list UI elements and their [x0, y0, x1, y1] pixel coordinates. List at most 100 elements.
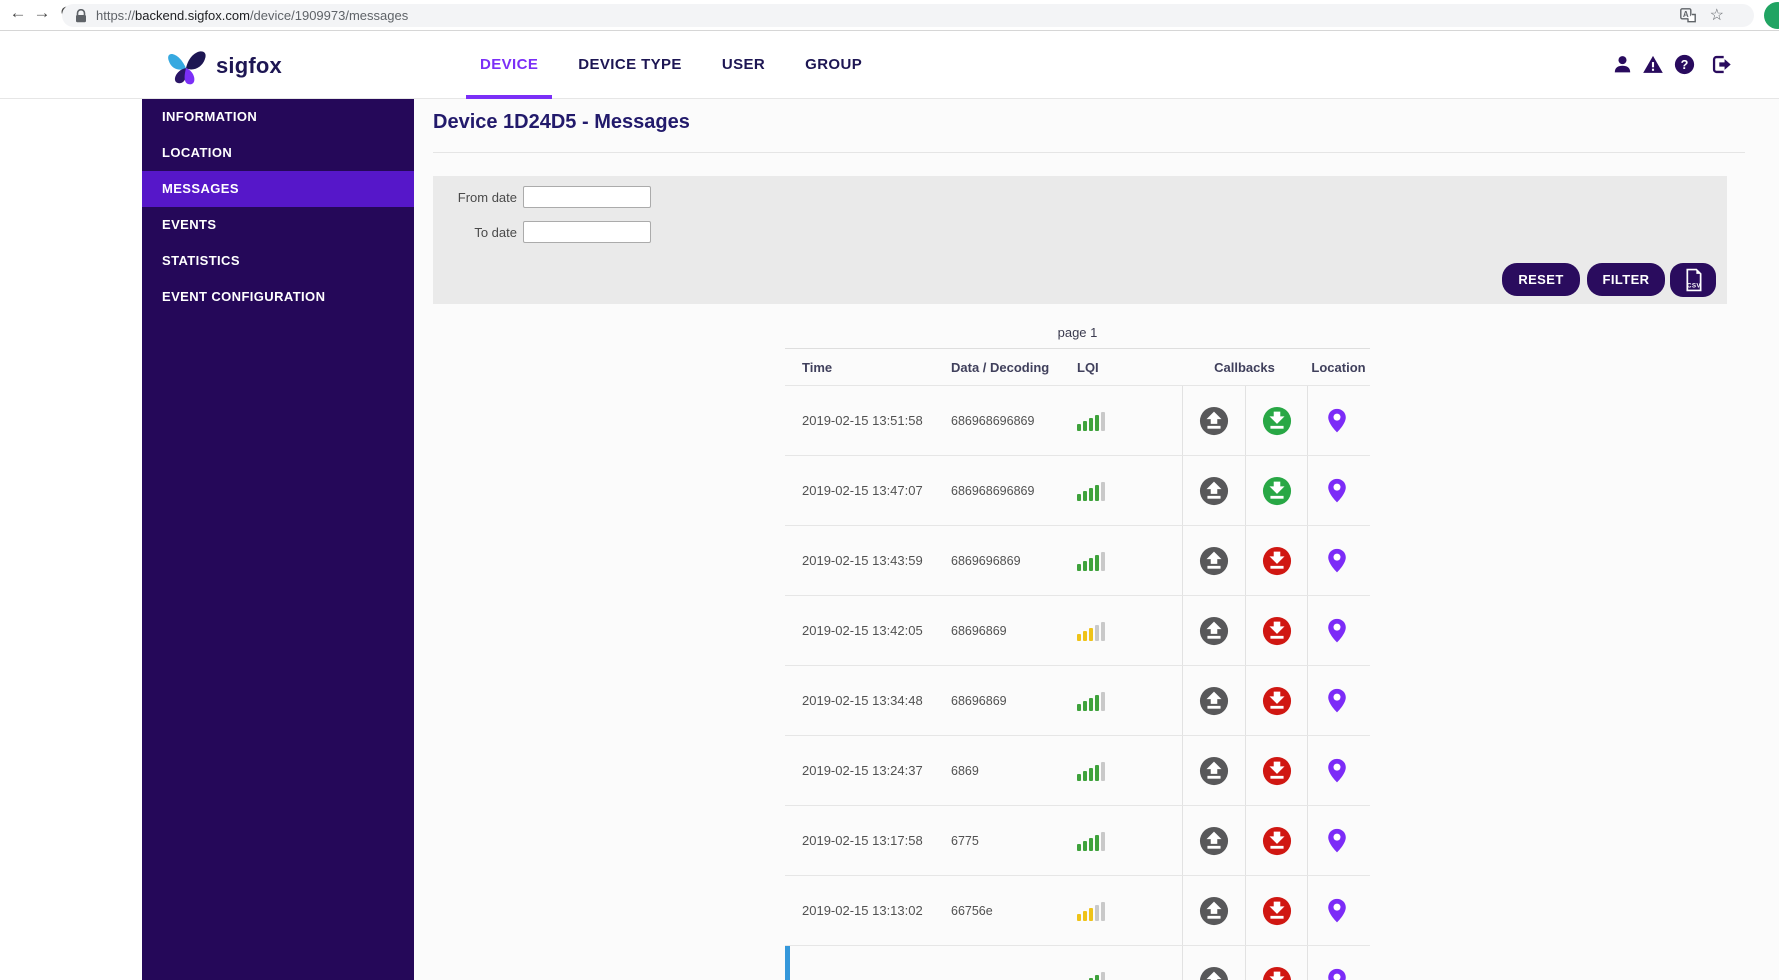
tab-group[interactable]: GROUP [791, 31, 876, 98]
downlink-cell [1245, 666, 1307, 735]
location-cell [1307, 736, 1370, 805]
screen: ← → ⟳ https://backend.sigfox.com/device/… [0, 0, 1779, 980]
downlink-callback-icon[interactable] [1262, 756, 1292, 786]
location-pin-icon[interactable] [1324, 546, 1354, 576]
uplink-callback-icon[interactable] [1199, 966, 1229, 980]
location-pin-icon[interactable] [1324, 826, 1354, 856]
downlink-cell [1245, 386, 1307, 455]
sidebar-item-location[interactable]: LOCATION [142, 135, 414, 171]
uplink-cell [1182, 526, 1245, 595]
sidebar-item-information[interactable]: INFORMATION [142, 99, 414, 135]
downlink-callback-icon[interactable] [1262, 476, 1292, 506]
message-time: 2019-02-15 13:51:58 [802, 413, 923, 428]
sigfox-logo[interactable]: sigfox [163, 42, 282, 90]
message-time [785, 946, 930, 980]
downlink-cell [1245, 876, 1307, 945]
uplink-callback-icon[interactable] [1199, 896, 1229, 926]
lqi-cell [1060, 456, 1182, 525]
lqi-indicator [1077, 481, 1105, 501]
header-icon-group: ? [1611, 31, 1732, 98]
downlink-callback-icon[interactable] [1262, 686, 1292, 716]
help-icon[interactable]: ? [1673, 54, 1695, 76]
uplink-callback-icon[interactable] [1199, 476, 1229, 506]
uplink-callback-icon[interactable] [1199, 546, 1229, 576]
table-row [785, 945, 1370, 980]
reset-button[interactable]: RESET [1502, 263, 1580, 296]
csv-file-icon: CSV [1685, 268, 1701, 292]
csv-export-button[interactable]: CSV [1670, 263, 1716, 297]
pagination-label: page 1 [1057, 325, 1098, 340]
alert-icon[interactable] [1642, 54, 1664, 76]
address-bar[interactable]: https://backend.sigfox.com/device/190997… [62, 4, 1754, 27]
filter-panel: From date To date RESET FILTER CSV [433, 176, 1727, 304]
downlink-callback-icon[interactable] [1262, 826, 1292, 856]
uplink-callback-icon[interactable] [1199, 616, 1229, 646]
lqi-indicator [1077, 621, 1105, 641]
location-pin-icon[interactable] [1324, 756, 1354, 786]
location-cell [1307, 876, 1370, 945]
table-row: 2019-02-15 13:47:07 686968696869 [785, 455, 1370, 525]
downlink-callback-icon[interactable] [1262, 406, 1292, 436]
app-header: sigfox DEVICE DEVICE TYPE USER GROUP ? [0, 31, 1779, 99]
user-icon[interactable] [1611, 54, 1633, 76]
tab-device-type[interactable]: DEVICE TYPE [564, 31, 696, 98]
uplink-callback-icon[interactable] [1199, 686, 1229, 716]
location-pin-icon[interactable] [1324, 476, 1354, 506]
filter-button[interactable]: FILTER [1587, 263, 1665, 296]
column-header-data: Data / Decoding [951, 359, 1050, 375]
message-data: 66756e [951, 903, 993, 918]
downlink-cell [1245, 526, 1307, 595]
downlink-cell [1245, 456, 1307, 525]
uplink-callback-icon[interactable] [1199, 406, 1229, 436]
table-row: 2019-02-15 13:24:37 6869 [785, 735, 1370, 805]
message-data: 6869 [951, 763, 979, 778]
sidebar-item-event-configuration[interactable]: EVENT CONFIGURATION [142, 279, 414, 315]
nav-tabs: DEVICE DEVICE TYPE USER GROUP [466, 31, 888, 99]
table-row: 2019-02-15 13:42:05 68696869 [785, 595, 1370, 665]
location-pin-icon[interactable] [1324, 896, 1354, 926]
message-time: 2019-02-15 13:13:02 [802, 903, 923, 918]
downlink-callback-icon[interactable] [1262, 546, 1292, 576]
from-date-label: From date [457, 189, 517, 205]
downlink-cell [1245, 596, 1307, 665]
downlink-callback-icon[interactable] [1262, 966, 1292, 980]
lqi-indicator [1077, 761, 1105, 781]
to-date-label: To date [474, 224, 517, 240]
location-pin-icon[interactable] [1324, 406, 1354, 436]
sidebar-item-messages[interactable]: MESSAGES [142, 171, 414, 207]
lock-icon [75, 8, 87, 23]
location-pin-icon[interactable] [1324, 686, 1354, 716]
tab-user[interactable]: USER [708, 31, 779, 98]
uplink-cell [1182, 946, 1245, 980]
logout-icon[interactable] [1710, 54, 1732, 76]
uplink-cell [1182, 666, 1245, 735]
message-data: 68696869 [951, 623, 1007, 638]
uplink-callback-icon[interactable] [1199, 826, 1229, 856]
browser-toolbar: ← → ⟳ https://backend.sigfox.com/device/… [0, 0, 1779, 31]
lqi-cell [1060, 596, 1182, 665]
sidebar-item-statistics[interactable]: STATISTICS [142, 243, 414, 279]
to-date-input[interactable] [523, 221, 651, 243]
svg-text:?: ? [1680, 58, 1688, 72]
downlink-callback-icon[interactable] [1262, 896, 1292, 926]
lqi-indicator [1077, 831, 1105, 851]
location-pin-icon[interactable] [1324, 966, 1354, 980]
column-header-time: Time [802, 359, 833, 375]
tab-device[interactable]: DEVICE [466, 31, 553, 99]
browser-profile-avatar[interactable] [1764, 2, 1779, 29]
message-data: 686968696869 [951, 483, 1035, 498]
svg-text:CSV: CSV [1686, 283, 1700, 290]
title-divider [433, 152, 1745, 153]
browser-forward-icon[interactable]: → [30, 3, 54, 23]
uplink-cell [1182, 806, 1245, 875]
message-time: 2019-02-15 13:42:05 [802, 623, 923, 638]
uplink-callback-icon[interactable] [1199, 756, 1229, 786]
sidebar-item-events[interactable]: EVENTS [142, 207, 414, 243]
browser-back-icon[interactable]: ← [6, 3, 30, 23]
translate-icon[interactable]: A [1679, 8, 1696, 23]
location-pin-icon[interactable] [1324, 616, 1354, 646]
bookmark-star-icon[interactable]: ☆ [1710, 7, 1724, 24]
from-date-input[interactable] [523, 186, 651, 208]
lqi-indicator [1077, 551, 1105, 571]
downlink-callback-icon[interactable] [1262, 616, 1292, 646]
